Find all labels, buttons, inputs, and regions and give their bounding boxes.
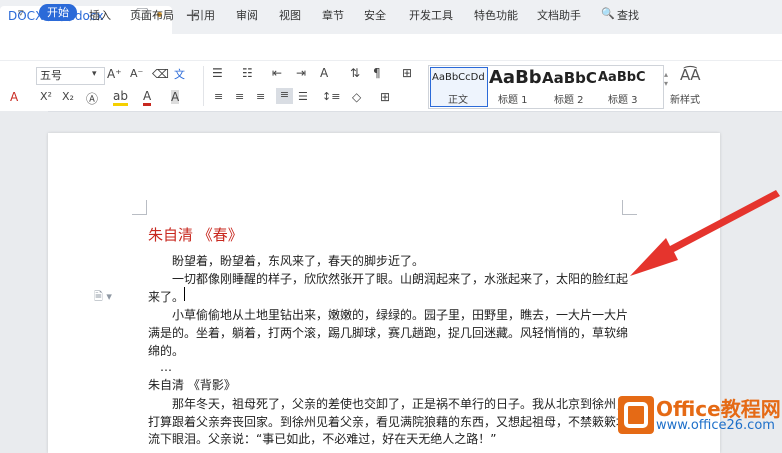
menu-page-layout[interactable]: 页面布局 bbox=[130, 7, 174, 23]
font-color-icon[interactable]: A bbox=[10, 90, 18, 104]
text-line[interactable]: 来了。 bbox=[148, 288, 184, 305]
distributed-icon[interactable]: ☰ bbox=[298, 90, 308, 103]
style-normal-sample[interactable]: AaBbCcDd bbox=[432, 72, 485, 83]
show-marks-icon[interactable]: ¶ bbox=[373, 66, 381, 80]
align-left-icon[interactable]: ≡ bbox=[214, 90, 223, 103]
menu-insert[interactable]: 插入 bbox=[89, 7, 111, 23]
text-cursor bbox=[184, 287, 185, 301]
canvas-margin bbox=[0, 111, 48, 441]
text-line[interactable]: 满是的。坐着，躺着，打两个滚，踢几脚球，赛几趟跑，捉几回迷藏。风轻悄悄的，草软绵 bbox=[148, 324, 628, 341]
char-shading-icon[interactable]: A bbox=[171, 90, 180, 104]
increase-indent-icon[interactable]: ⇥ bbox=[296, 66, 306, 80]
text-line[interactable]: 盼望着，盼望着，东风来了，春天的脚步近了。 bbox=[172, 252, 424, 269]
subscript-icon[interactable]: X₂ bbox=[62, 90, 74, 103]
style-h3-label[interactable]: 标题 3 bbox=[608, 91, 638, 106]
collapse-ribbon-icon[interactable]: ▿ bbox=[18, 6, 24, 19]
text-effect-icon[interactable]: Ⓐ bbox=[86, 90, 98, 107]
text-line[interactable]: 流下眼泪。父亲说：“事已如此，不必难过，好在天无绝人之路！” bbox=[148, 430, 496, 447]
watermark-url: www.office26.com bbox=[656, 418, 775, 433]
menu-security[interactable]: 安全 bbox=[364, 7, 386, 23]
table-border-icon[interactable]: ⊞ bbox=[402, 66, 412, 80]
new-style-label[interactable]: 新样式 bbox=[670, 91, 700, 106]
text-line[interactable]: 朱自清 《背影》 bbox=[148, 376, 236, 393]
align-center-icon[interactable]: ≡ bbox=[235, 90, 244, 103]
borders-icon[interactable]: ⊞ bbox=[380, 90, 390, 104]
text-line[interactable]: 那年冬天，祖母死了，父亲的差使也交卸了，正是祸不单行的日子。我从北京到徐州， bbox=[172, 395, 628, 412]
search-icon[interactable]: 🔍 bbox=[601, 7, 615, 20]
phonetic-icon[interactable]: 文 bbox=[174, 66, 185, 82]
style-normal-label[interactable]: 正文 bbox=[448, 91, 468, 106]
text-line[interactable]: 小草偷偷地从土地里钻出来，嫩嫩的，绿绿的。园子里，田野里，瞧去，一大片一大片 bbox=[172, 306, 628, 323]
shading-icon[interactable]: ◇ bbox=[352, 90, 361, 104]
decrease-indent-icon[interactable]: ⇤ bbox=[272, 66, 282, 80]
margin-corner-marker bbox=[132, 200, 147, 215]
bullet-list-icon[interactable]: ☰ bbox=[212, 66, 223, 80]
grow-font-icon[interactable]: A⁺ bbox=[107, 67, 122, 81]
chinese-layout-icon[interactable]: A bbox=[320, 66, 328, 80]
text-line[interactable]: 绵的。 bbox=[148, 342, 184, 359]
font-color-a-icon[interactable]: A bbox=[143, 89, 152, 106]
divider bbox=[203, 66, 204, 106]
red-arrow-icon bbox=[630, 190, 780, 276]
highlight-icon[interactable]: ab bbox=[113, 89, 128, 106]
style-h2-label[interactable]: 标题 2 bbox=[554, 91, 584, 106]
menu-features[interactable]: 特色功能 bbox=[474, 7, 518, 23]
menu-developer[interactable]: 开发工具 bbox=[409, 7, 453, 23]
office-logo-icon bbox=[618, 396, 654, 434]
menu-search[interactable]: 查找 bbox=[617, 7, 639, 23]
numbered-list-icon[interactable]: ☷ bbox=[242, 66, 253, 80]
justify-icon[interactable]: ≡ bbox=[276, 88, 293, 104]
style-h1-label[interactable]: 标题 1 bbox=[498, 91, 528, 106]
document-heading[interactable]: 朱自清 《春》 bbox=[148, 224, 243, 245]
menu-bar bbox=[0, 34, 782, 61]
style-scroll-icon[interactable]: ▴ ▾ bbox=[664, 70, 668, 88]
style-h2-sample[interactable]: AaBbC bbox=[542, 69, 597, 87]
clear-format-icon[interactable]: ⌫ bbox=[152, 67, 169, 81]
paragraph-handle-icon[interactable]: 🗎 ▾ bbox=[94, 288, 112, 307]
menu-section[interactable]: 章节 bbox=[322, 7, 344, 23]
menu-home[interactable]: 开始 bbox=[39, 4, 77, 21]
chevron-down-icon[interactable]: ▾ bbox=[92, 69, 97, 79]
text-line[interactable]: … bbox=[160, 360, 172, 374]
menu-assistant[interactable]: 文档助手 bbox=[537, 7, 581, 23]
menu-view[interactable]: 视图 bbox=[279, 7, 301, 23]
menu-references[interactable]: 引用 bbox=[193, 7, 215, 23]
style-h3-sample[interactable]: AaBbC bbox=[598, 70, 654, 85]
new-style-icon[interactable]: A͡A bbox=[680, 66, 701, 84]
align-right-icon[interactable]: ≡ bbox=[256, 90, 265, 103]
sort-icon[interactable]: ⇅ bbox=[350, 66, 360, 80]
line-spacing-icon[interactable]: ↕≡ bbox=[322, 90, 340, 103]
text-line[interactable]: 一切都像刚睡醒的样子，欣欣然张开了眼。山朗润起来了，水涨起来了，太阳的脸红起 bbox=[172, 270, 628, 287]
menu-review[interactable]: 审阅 bbox=[236, 7, 258, 23]
superscript-icon[interactable]: X² bbox=[40, 90, 52, 103]
shrink-font-icon[interactable]: A⁻ bbox=[130, 67, 143, 80]
text-line[interactable]: 打算跟着父亲奔丧回家。到徐州见着父亲，看见满院狼藉的东西，又想起祖母，不禁簌簌地 bbox=[148, 413, 628, 430]
style-h1-sample[interactable]: AaBb bbox=[489, 67, 542, 88]
